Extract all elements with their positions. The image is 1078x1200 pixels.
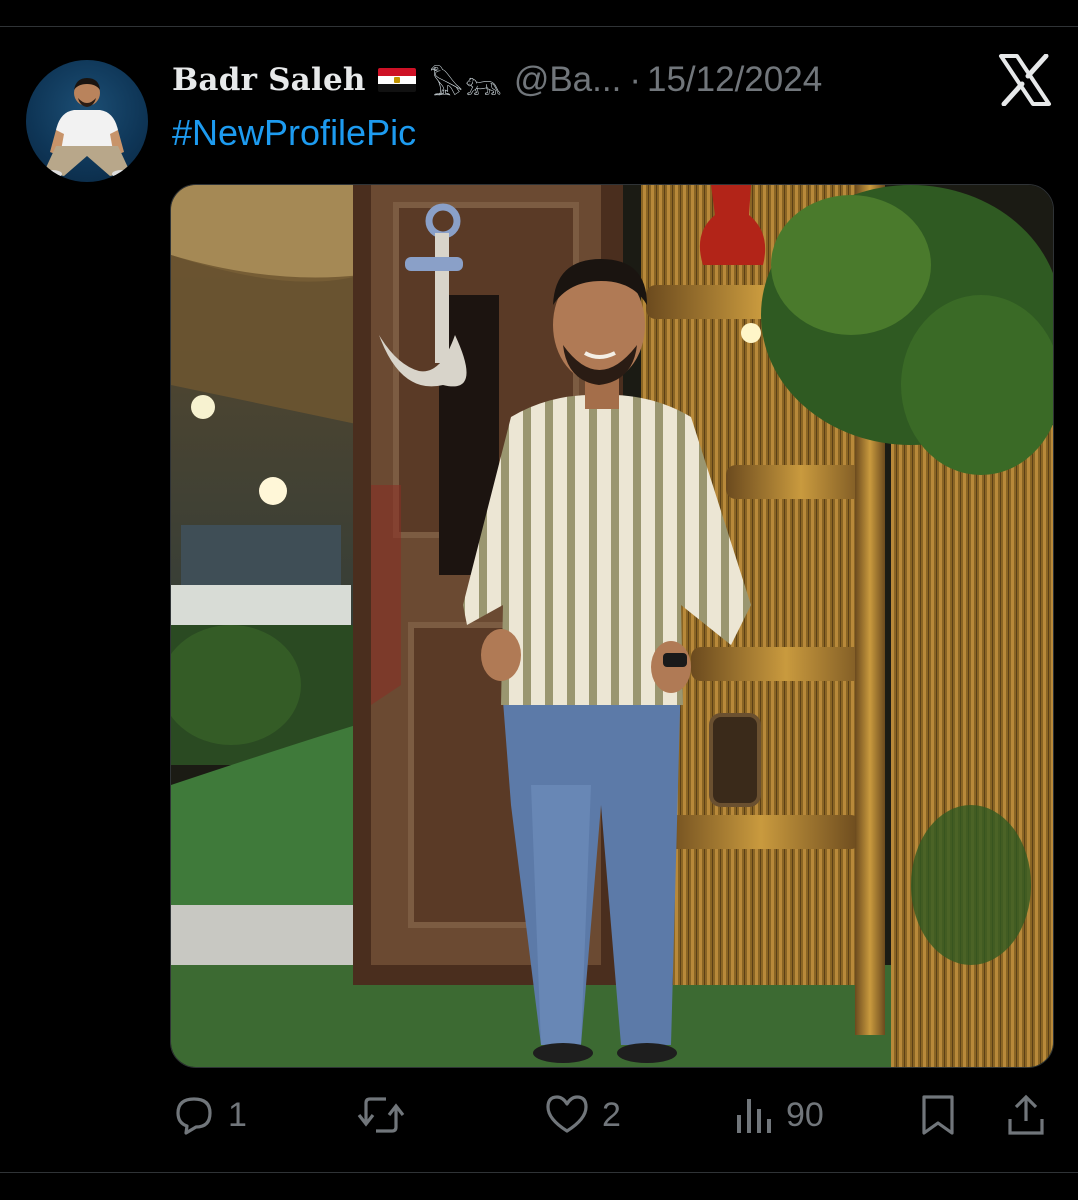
action-bar: 1 2 90 [0, 1088, 1078, 1142]
like-count: 2 [602, 1095, 621, 1134]
like-button[interactable]: 2 [544, 1088, 621, 1142]
post-photo[interactable] [170, 184, 1054, 1068]
author-avatar[interactable] [26, 60, 148, 182]
share-icon [1008, 1094, 1044, 1135]
views-count: 90 [786, 1095, 824, 1134]
author-name[interactable]: Badr Saleh [172, 62, 366, 98]
views-icon [737, 1099, 771, 1133]
like-icon [546, 1095, 588, 1133]
post-header: Badr Saleh 𓅃𓃬 @Ba... · 15/12/2024 [172, 58, 972, 102]
bookmark-icon [922, 1095, 954, 1135]
post-date[interactable]: 15/12/2024 [647, 60, 822, 100]
name-suffix-glyphs: 𓅃𓃬 [429, 69, 504, 102]
top-divider [0, 26, 1078, 27]
hashtag-link[interactable]: #NewProfilePic [172, 112, 416, 154]
author-handle[interactable]: @Ba... [514, 60, 622, 100]
views-button[interactable]: 90 [734, 1088, 824, 1142]
separator-dot: · [629, 60, 641, 99]
bottom-divider [0, 1172, 1078, 1173]
bookmark-button[interactable] [918, 1088, 958, 1142]
x-logo-icon[interactable] [998, 53, 1052, 107]
reply-count: 1 [228, 1095, 247, 1134]
reply-icon [176, 1097, 212, 1135]
egypt-flag-icon [377, 68, 416, 92]
reply-button[interactable]: 1 [172, 1088, 247, 1142]
repost-icon [357, 1097, 405, 1133]
share-button[interactable] [1004, 1088, 1048, 1142]
repost-button[interactable] [356, 1088, 418, 1142]
